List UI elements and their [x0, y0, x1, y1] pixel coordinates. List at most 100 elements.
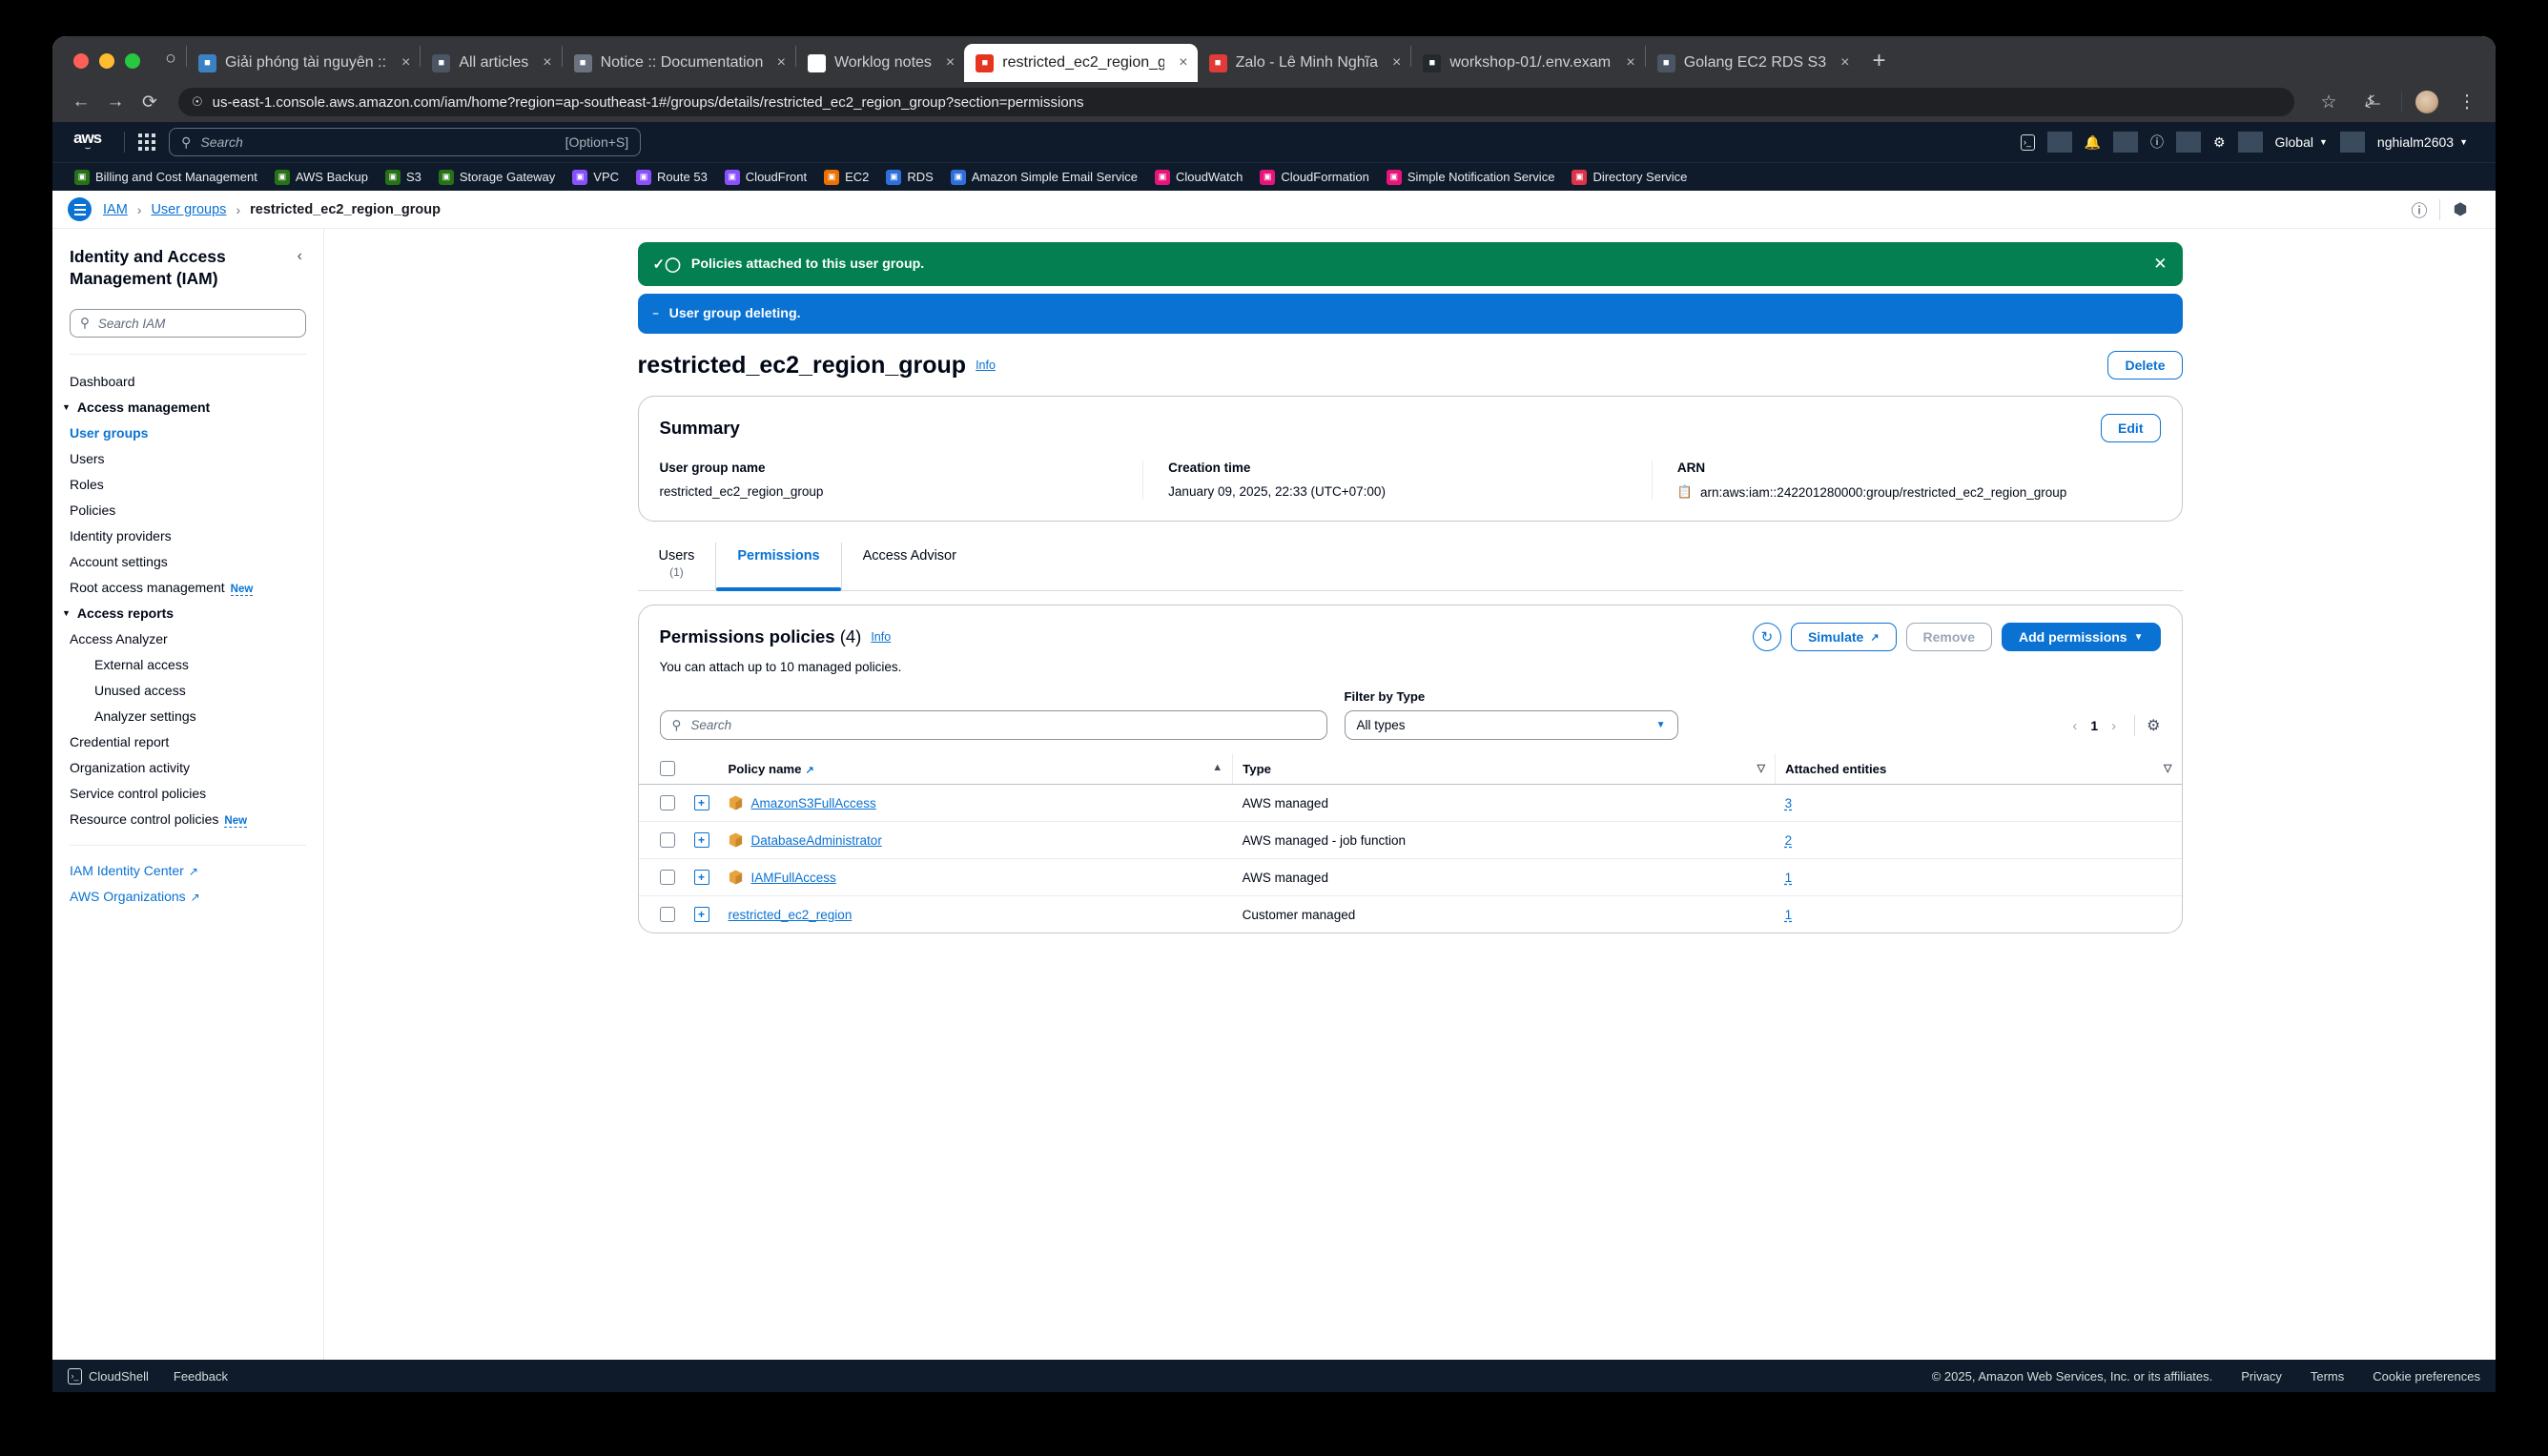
aws-logo[interactable]: aws ⌣: [68, 130, 111, 153]
close-window-button[interactable]: [73, 53, 89, 69]
sidebar-item-access-reports[interactable]: ▼ Access reports: [52, 600, 323, 625]
delete-button[interactable]: Delete: [2107, 351, 2183, 379]
bookmark-item[interactable]: ▣ Directory Service: [1563, 169, 1695, 185]
browser-tab[interactable]: ■ Notice :: Documentation for H ×: [563, 44, 795, 82]
bookmark-item[interactable]: ▣ Amazon Simple Email Service: [942, 169, 1146, 185]
cloudshell-launch-button[interactable]: ›_ CloudShell: [68, 1367, 149, 1384]
bookmark-item[interactable]: ▣ CloudWatch: [1146, 169, 1251, 185]
help-icon[interactable]: ⓘ: [2138, 133, 2176, 152]
expand-row-button[interactable]: +: [693, 907, 709, 922]
sort-icon[interactable]: ▽: [2156, 762, 2171, 774]
select-all-checkbox[interactable]: [659, 761, 675, 776]
close-tab-icon[interactable]: ×: [940, 54, 955, 72]
chevron-left-icon[interactable]: ‹: [298, 246, 302, 265]
expand-row-button[interactable]: +: [693, 870, 709, 885]
account-menu[interactable]: nghialm2603 ▼: [2365, 134, 2480, 150]
bookmark-item[interactable]: ▣ VPC: [564, 169, 627, 185]
tab-permissions[interactable]: Permissions: [715, 543, 841, 591]
breadcrumb-link[interactable]: User groups: [151, 202, 226, 217]
sidebar-item-aws-organizations[interactable]: AWS Organizations ↗: [52, 883, 323, 909]
kebab-menu-icon[interactable]: ⋮: [2452, 87, 2482, 117]
browser-tab[interactable]: ■ All articles ×: [421, 44, 561, 82]
browser-tab[interactable]: ■ workshop-01/.env.example at ×: [1411, 44, 1644, 82]
attached-entities-link[interactable]: 2: [1785, 833, 1793, 848]
bookmark-item[interactable]: ▣ Billing and Cost Management: [66, 169, 266, 185]
gear-icon[interactable]: ⚙: [2201, 134, 2238, 151]
sidebar-item-access-management[interactable]: ▼ Access management: [52, 394, 323, 420]
row-checkbox[interactable]: [659, 870, 675, 885]
next-page-button[interactable]: ›: [2105, 718, 2123, 734]
col-policy-name[interactable]: Policy name ↗ ▲: [718, 753, 1233, 785]
sidebar-item-resource-control-policies[interactable]: Resource control policies New: [52, 806, 323, 831]
cloudshell-icon[interactable]: ›_: [2008, 133, 2047, 151]
close-tab-icon[interactable]: ×: [771, 54, 786, 72]
policy-name-link[interactable]: restricted_ec2_region: [729, 908, 853, 922]
extensions-icon[interactable]: ⍼: [2357, 87, 2388, 117]
bookmark-item[interactable]: ▣ RDS: [877, 169, 941, 185]
bell-icon[interactable]: 🔔: [2072, 134, 2113, 151]
browser-tab[interactable]: ■ Worklog notes ×: [796, 44, 964, 82]
sidebar-item-account-settings[interactable]: Account settings: [52, 548, 323, 574]
sidebar-item-users[interactable]: Users: [52, 445, 323, 471]
row-checkbox[interactable]: [659, 832, 675, 848]
feedback-link[interactable]: Feedback: [174, 1369, 228, 1384]
bookmark-item[interactable]: ▣ AWS Backup: [266, 169, 377, 185]
star-icon[interactable]: ☆: [2313, 87, 2344, 117]
search-input[interactable]: ⚲ Search IAM: [70, 309, 306, 338]
prev-page-button[interactable]: ‹: [2065, 718, 2084, 734]
simulate-button[interactable]: Simulate ↗: [1790, 623, 1897, 651]
sidebar-item-user-groups[interactable]: User groups: [52, 420, 323, 445]
sidebar-item-iam-identity-center[interactable]: IAM Identity Center ↗: [52, 857, 323, 883]
minimize-window-button[interactable]: [99, 53, 114, 69]
attached-entities-link[interactable]: 3: [1785, 796, 1793, 810]
page-info-link[interactable]: Info: [976, 359, 996, 372]
tab-search-icon[interactable]: ○: [155, 44, 186, 74]
address-bar[interactable]: ☉ us-east-1.console.aws.amazon.com/iam/h…: [178, 88, 2294, 116]
policy-name-link[interactable]: IAMFullAccess: [751, 871, 836, 885]
row-checkbox[interactable]: [659, 907, 675, 922]
col-type[interactable]: Type ▽: [1232, 753, 1776, 785]
sidebar-item-credential-report[interactable]: Credential report: [52, 728, 323, 754]
forward-icon[interactable]: →: [100, 87, 131, 117]
browser-tab[interactable]: ■ Zalo - Lê Minh Nghĩa ×: [1198, 44, 1411, 82]
site-info-icon[interactable]: ☉: [192, 94, 203, 110]
reload-icon[interactable]: ⟳: [134, 87, 165, 117]
current-page[interactable]: 1: [2087, 718, 2101, 733]
sort-icon[interactable]: ▽: [1750, 762, 1765, 774]
bookmark-item[interactable]: ▣ S3: [377, 169, 430, 185]
sidebar-item-external-access[interactable]: External access: [52, 651, 323, 677]
close-tab-icon[interactable]: ×: [537, 54, 551, 72]
sidebar-item-identity-providers[interactable]: Identity providers: [52, 523, 323, 548]
terms-link[interactable]: Terms: [2311, 1369, 2344, 1384]
window-traffic-lights[interactable]: [64, 53, 155, 82]
maximize-window-button[interactable]: [125, 53, 140, 69]
new-tab-button[interactable]: +: [1859, 48, 1899, 82]
sidebar-item-policies[interactable]: Policies: [52, 497, 323, 523]
region-selector[interactable]: Global ▼: [2263, 134, 2340, 150]
sidebar-item-service-control-policies[interactable]: Service control policies: [52, 780, 323, 806]
policies-search-input[interactable]: ⚲ Search: [659, 710, 1327, 740]
app-grid-icon[interactable]: [138, 133, 156, 151]
browser-tab[interactable]: ■ Golang EC2 RDS S3 ×: [1646, 44, 1860, 82]
policy-name-link[interactable]: DatabaseAdministrator: [751, 833, 882, 848]
policy-name-link[interactable]: AmazonS3FullAccess: [751, 796, 876, 810]
sort-ascending-icon[interactable]: ▲: [1204, 762, 1223, 773]
filter-by-type-select[interactable]: All types ▼: [1344, 710, 1678, 740]
close-tab-icon[interactable]: ×: [1835, 54, 1849, 72]
copy-icon[interactable]: 📋: [1677, 484, 1693, 500]
expand-row-button[interactable]: +: [693, 795, 709, 810]
sidebar-item-organization-activity[interactable]: Organization activity: [52, 754, 323, 780]
close-icon[interactable]: ✕: [2153, 255, 2167, 274]
hamburger-icon[interactable]: [68, 197, 92, 221]
breadcrumb-link[interactable]: IAM: [103, 202, 128, 217]
row-checkbox[interactable]: [659, 795, 675, 810]
sidebar-item-root-access-management[interactable]: Root access management New: [52, 574, 323, 600]
tab-access-advisor[interactable]: Access Advisor: [840, 543, 977, 590]
sidebar-item-dashboard[interactable]: Dashboard: [52, 368, 323, 394]
bookmark-item[interactable]: ▣ CloudFront: [716, 169, 815, 185]
tab-users[interactable]: Users (1): [638, 543, 716, 590]
bookmark-item[interactable]: ▣ Simple Notification Service: [1378, 169, 1564, 185]
attached-entities-link[interactable]: 1: [1785, 908, 1793, 922]
table-settings-gear-icon[interactable]: ⚙: [2147, 716, 2160, 735]
aws-search-input[interactable]: ⚲ Search [Option+S]: [169, 128, 642, 156]
